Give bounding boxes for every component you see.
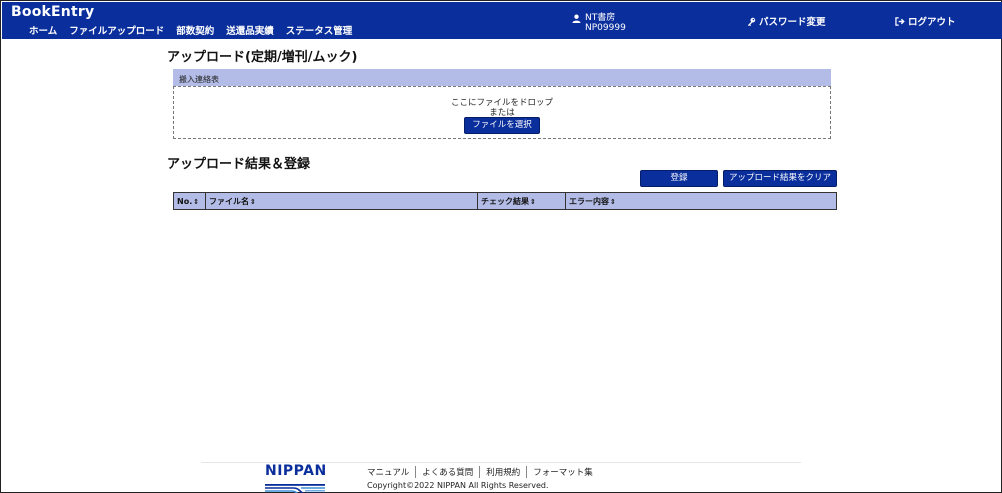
clear-results-button[interactable]: アップロード結果をクリア [723,170,837,187]
brand-title[interactable]: BookEntry [11,4,94,20]
key-icon [747,17,756,26]
password-change-label: パスワード変更 [759,17,826,28]
user-icon [572,14,581,23]
register-button[interactable]: 登録 [640,170,718,187]
results-table: No.⇕ ファイル名⇕ チェック結果⇕ エラー内容⇕ [173,192,837,210]
nav-item-status-management[interactable]: ステータス管理 [286,23,353,37]
top-header: BookEntry ホーム ファイルアップロード 部数契約 送還品実績 ステータ… [2,2,1002,39]
column-header-filename[interactable]: ファイル名⇕ [205,192,478,210]
upload-panel-header: 搬入連絡表 [173,69,831,86]
footer-links: マニュアル よくある質問 利用規約 フォーマット集 [367,466,599,478]
column-header-check-result[interactable]: チェック結果⇕ [477,192,566,210]
nav-item-copies-contract[interactable]: 部数契約 [176,23,214,37]
nippan-logo: NIPPAN [265,463,327,493]
user-code: NP09999 [585,23,626,33]
logout-icon [895,16,905,26]
results-title: アップロード結果＆登録 [167,157,311,172]
logo-wave-icon [265,484,325,493]
copyright-text: Copyright©2022 NIPPAN All Rights Reserve… [367,481,549,490]
table-header-row: No.⇕ ファイル名⇕ チェック結果⇕ エラー内容⇕ [173,192,837,210]
user-name: NT書房 [585,13,616,23]
nav-item-home[interactable]: ホーム [29,23,57,37]
password-change-link[interactable]: パスワード変更 [747,14,826,28]
footer-link-manual[interactable]: マニュアル [367,466,415,478]
logo-text: NIPPAN [265,463,327,479]
app-frame: BookEntry ホーム ファイルアップロード 部数契約 送還品実績 ステータ… [0,0,1002,493]
footer-link-formats[interactable]: フォーマット集 [526,466,599,478]
select-file-button[interactable]: ファイルを選択 [464,117,540,134]
nav-item-returns-record[interactable]: 送還品実績 [226,23,274,37]
sort-icon: ⇕ [610,197,616,206]
main-nav: ホーム ファイルアップロード 部数契約 送還品実績 ステータス管理 [29,23,352,37]
logout-label: ログアウト [908,17,956,28]
user-info: NT書房 NP09999 [572,13,626,33]
column-header-error[interactable]: エラー内容⇕ [565,192,837,210]
footer-link-faq[interactable]: よくある質問 [415,466,479,478]
logout-link[interactable]: ログアウト [895,14,956,28]
upload-title: アップロード(定期/増刊/ムック) [167,50,358,65]
nav-item-file-upload[interactable]: ファイルアップロード [69,23,164,37]
drop-instruction: ここにファイルをドロップ [450,98,553,108]
sort-icon: ⇕ [193,197,200,206]
sort-icon: ⇕ [530,197,536,206]
column-header-no[interactable]: No.⇕ [173,192,206,210]
sort-icon: ⇕ [250,197,256,206]
footer-link-terms[interactable]: 利用規約 [479,466,526,478]
